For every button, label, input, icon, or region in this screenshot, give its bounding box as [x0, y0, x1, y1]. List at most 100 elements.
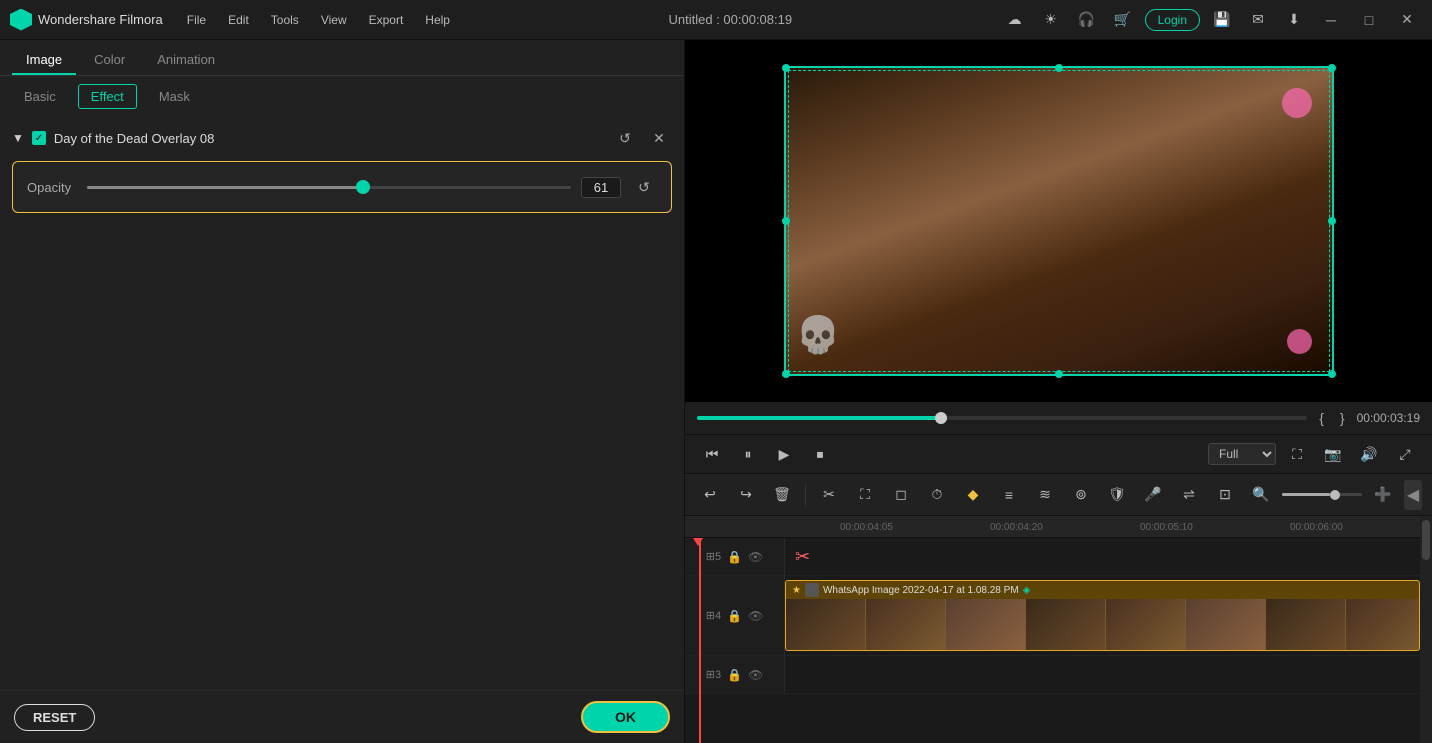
skip-back-button[interactable]: ⏮ — [697, 439, 727, 469]
opacity-value-input[interactable]: 61 — [581, 177, 621, 198]
effect-checkbox[interactable]: ✓ — [32, 131, 46, 145]
app-logo: Wondershare Filmora — [10, 9, 163, 31]
clip-thumb-3 — [1026, 599, 1106, 650]
track5-eye-icon[interactable]: 👁 — [748, 550, 763, 564]
maximize-button[interactable]: □ — [1354, 5, 1384, 35]
clip-thumb-0 — [786, 599, 866, 650]
expand-icon[interactable]: ⤢ — [1390, 439, 1420, 469]
zoom-out-icon[interactable]: 🔍 — [1246, 480, 1276, 510]
minimize-button[interactable]: ─ — [1316, 5, 1346, 35]
preview-area: 💀 — [685, 40, 1432, 402]
mail-icon[interactable]: ✉ — [1244, 6, 1272, 34]
waveform-button[interactable]: ≋ — [1030, 480, 1060, 510]
reset-opacity-button[interactable]: ↺ — [631, 174, 657, 200]
clip-thumb-7 — [1346, 599, 1419, 650]
track5-content: ✂ — [785, 538, 1420, 575]
tab-mask[interactable]: Mask — [147, 85, 202, 108]
track-label-4: ⊞4 🔒 👁 — [685, 576, 785, 655]
tab-basic[interactable]: Basic — [12, 85, 68, 108]
delete-effect-icon[interactable]: ✕ — [646, 125, 672, 151]
scrollbar-thumb[interactable] — [1422, 520, 1430, 560]
track3-lock-icon[interactable]: 🔒 — [727, 668, 742, 682]
handle-bottom-right[interactable] — [1328, 370, 1336, 378]
bracket-in[interactable]: { — [1315, 408, 1328, 428]
menu-tools[interactable]: Tools — [261, 9, 309, 31]
handle-mid-right[interactable] — [1328, 217, 1336, 225]
toolbar-right: ⊚ 🛡 🎤 ⇌ ⊡ 🔍 ➕ ◀ — [1066, 480, 1422, 510]
zoom-slider[interactable] — [1282, 493, 1362, 496]
panel-toggle[interactable]: ◀ — [1404, 480, 1422, 510]
shield-icon[interactable]: 🛡 — [1102, 480, 1132, 510]
track4-eye-icon[interactable]: 👁 — [748, 609, 763, 623]
redo-button[interactable]: ↪ — [731, 480, 761, 510]
menu-edit[interactable]: Edit — [218, 9, 259, 31]
handle-top-left[interactable] — [782, 64, 790, 72]
screenshot-icon[interactable]: 📷 — [1318, 439, 1348, 469]
track3-content — [785, 656, 1420, 693]
clip-star-icon: ★ — [792, 585, 801, 596]
handle-top-right[interactable] — [1328, 64, 1336, 72]
menu-help[interactable]: Help — [415, 9, 460, 31]
menu-bar: File Edit Tools View Export Help — [177, 9, 460, 31]
effect-name: Day of the Dead Overlay 08 — [54, 131, 604, 146]
tab-color[interactable]: Color — [80, 46, 139, 75]
volume-icon[interactable]: 🔊 — [1354, 439, 1384, 469]
tab-image[interactable]: Image — [12, 46, 76, 75]
keyframe-button[interactable]: ◆ — [958, 480, 988, 510]
clip-header: ★ WhatsApp Image 2022-04-17 at 1.08.28 P… — [786, 581, 1419, 599]
opacity-slider[interactable] — [87, 186, 571, 189]
play-pause-button[interactable]: ⏸ — [733, 439, 763, 469]
progress-track[interactable] — [697, 416, 1307, 420]
headset-icon[interactable]: 🎧 — [1073, 6, 1101, 34]
download-icon[interactable]: ⬇ — [1280, 6, 1308, 34]
tab-animation[interactable]: Animation — [143, 46, 229, 75]
save-icon[interactable]: 💾 — [1208, 6, 1236, 34]
sun-icon[interactable]: ☀ — [1037, 6, 1065, 34]
mic-icon[interactable]: 🎤 — [1138, 480, 1168, 510]
stop-button[interactable]: ⏹ — [805, 439, 835, 469]
overlay-button[interactable]: ◻ — [886, 480, 916, 510]
close-button[interactable]: ✕ — [1392, 5, 1422, 35]
fullscreen-icon[interactable]: ⛶ — [1282, 439, 1312, 469]
transition-icon[interactable]: ⇌ — [1174, 480, 1204, 510]
handle-bottom-mid[interactable] — [1055, 370, 1063, 378]
cloud-icon[interactable]: ☁ — [1001, 6, 1029, 34]
crop-button[interactable]: ⛶ — [850, 480, 880, 510]
clip-thumb-1 — [866, 599, 946, 650]
menu-export[interactable]: Export — [359, 9, 414, 31]
ok-button[interactable]: OK — [581, 701, 670, 733]
menu-view[interactable]: View — [311, 9, 357, 31]
track4-lock-icon[interactable]: 🔒 — [727, 609, 742, 623]
reset-button[interactable]: RESET — [14, 704, 95, 731]
tab-effect[interactable]: Effect — [78, 84, 137, 109]
track-label-5: ⊞5 🔒 👁 — [685, 538, 785, 575]
clip-title: WhatsApp Image 2022-04-17 at 1.08.28 PM — [823, 585, 1019, 596]
handle-mid-left[interactable] — [782, 217, 790, 225]
clip-thumb-icon — [805, 583, 819, 597]
ripple-icon[interactable]: ⊚ — [1066, 480, 1096, 510]
quality-select[interactable]: Full 1/2 1/4 1/8 — [1208, 443, 1276, 465]
play-button[interactable]: ▶ — [769, 439, 799, 469]
track5-lock-icon[interactable]: 🔒 — [727, 550, 742, 564]
login-button[interactable]: Login — [1145, 9, 1200, 31]
delete-button[interactable]: 🗑 — [767, 480, 797, 510]
timeline-body: 00:00:04:05 00:00:04:20 00:00:05:10 00:0… — [685, 516, 1432, 743]
cart-icon[interactable]: 🛒 — [1109, 6, 1137, 34]
undo-button[interactable]: ↩ — [695, 480, 725, 510]
vertical-scrollbar[interactable] — [1420, 516, 1432, 743]
reset-effect-icon[interactable]: ↺ — [612, 125, 638, 151]
collapse-arrow-icon[interactable]: ▼ — [12, 131, 24, 145]
split-icon[interactable]: ⊡ — [1210, 480, 1240, 510]
track4-content[interactable]: ★ WhatsApp Image 2022-04-17 at 1.08.28 P… — [785, 576, 1420, 655]
timer-button[interactable]: ⏱ — [922, 480, 952, 510]
menu-file[interactable]: File — [177, 9, 216, 31]
zoom-in-icon[interactable]: ➕ — [1368, 480, 1398, 510]
audio-button[interactable]: ≡ — [994, 480, 1024, 510]
cut-button[interactable]: ✂ — [814, 480, 844, 510]
video-clip[interactable]: ★ WhatsApp Image 2022-04-17 at 1.08.28 P… — [785, 580, 1420, 651]
handle-bottom-left[interactable] — [782, 370, 790, 378]
track3-eye-icon[interactable]: 👁 — [748, 668, 763, 682]
handle-top-mid[interactable] — [1055, 64, 1063, 72]
bracket-out[interactable]: } — [1336, 408, 1349, 428]
clip-thumb-2 — [946, 599, 1026, 650]
